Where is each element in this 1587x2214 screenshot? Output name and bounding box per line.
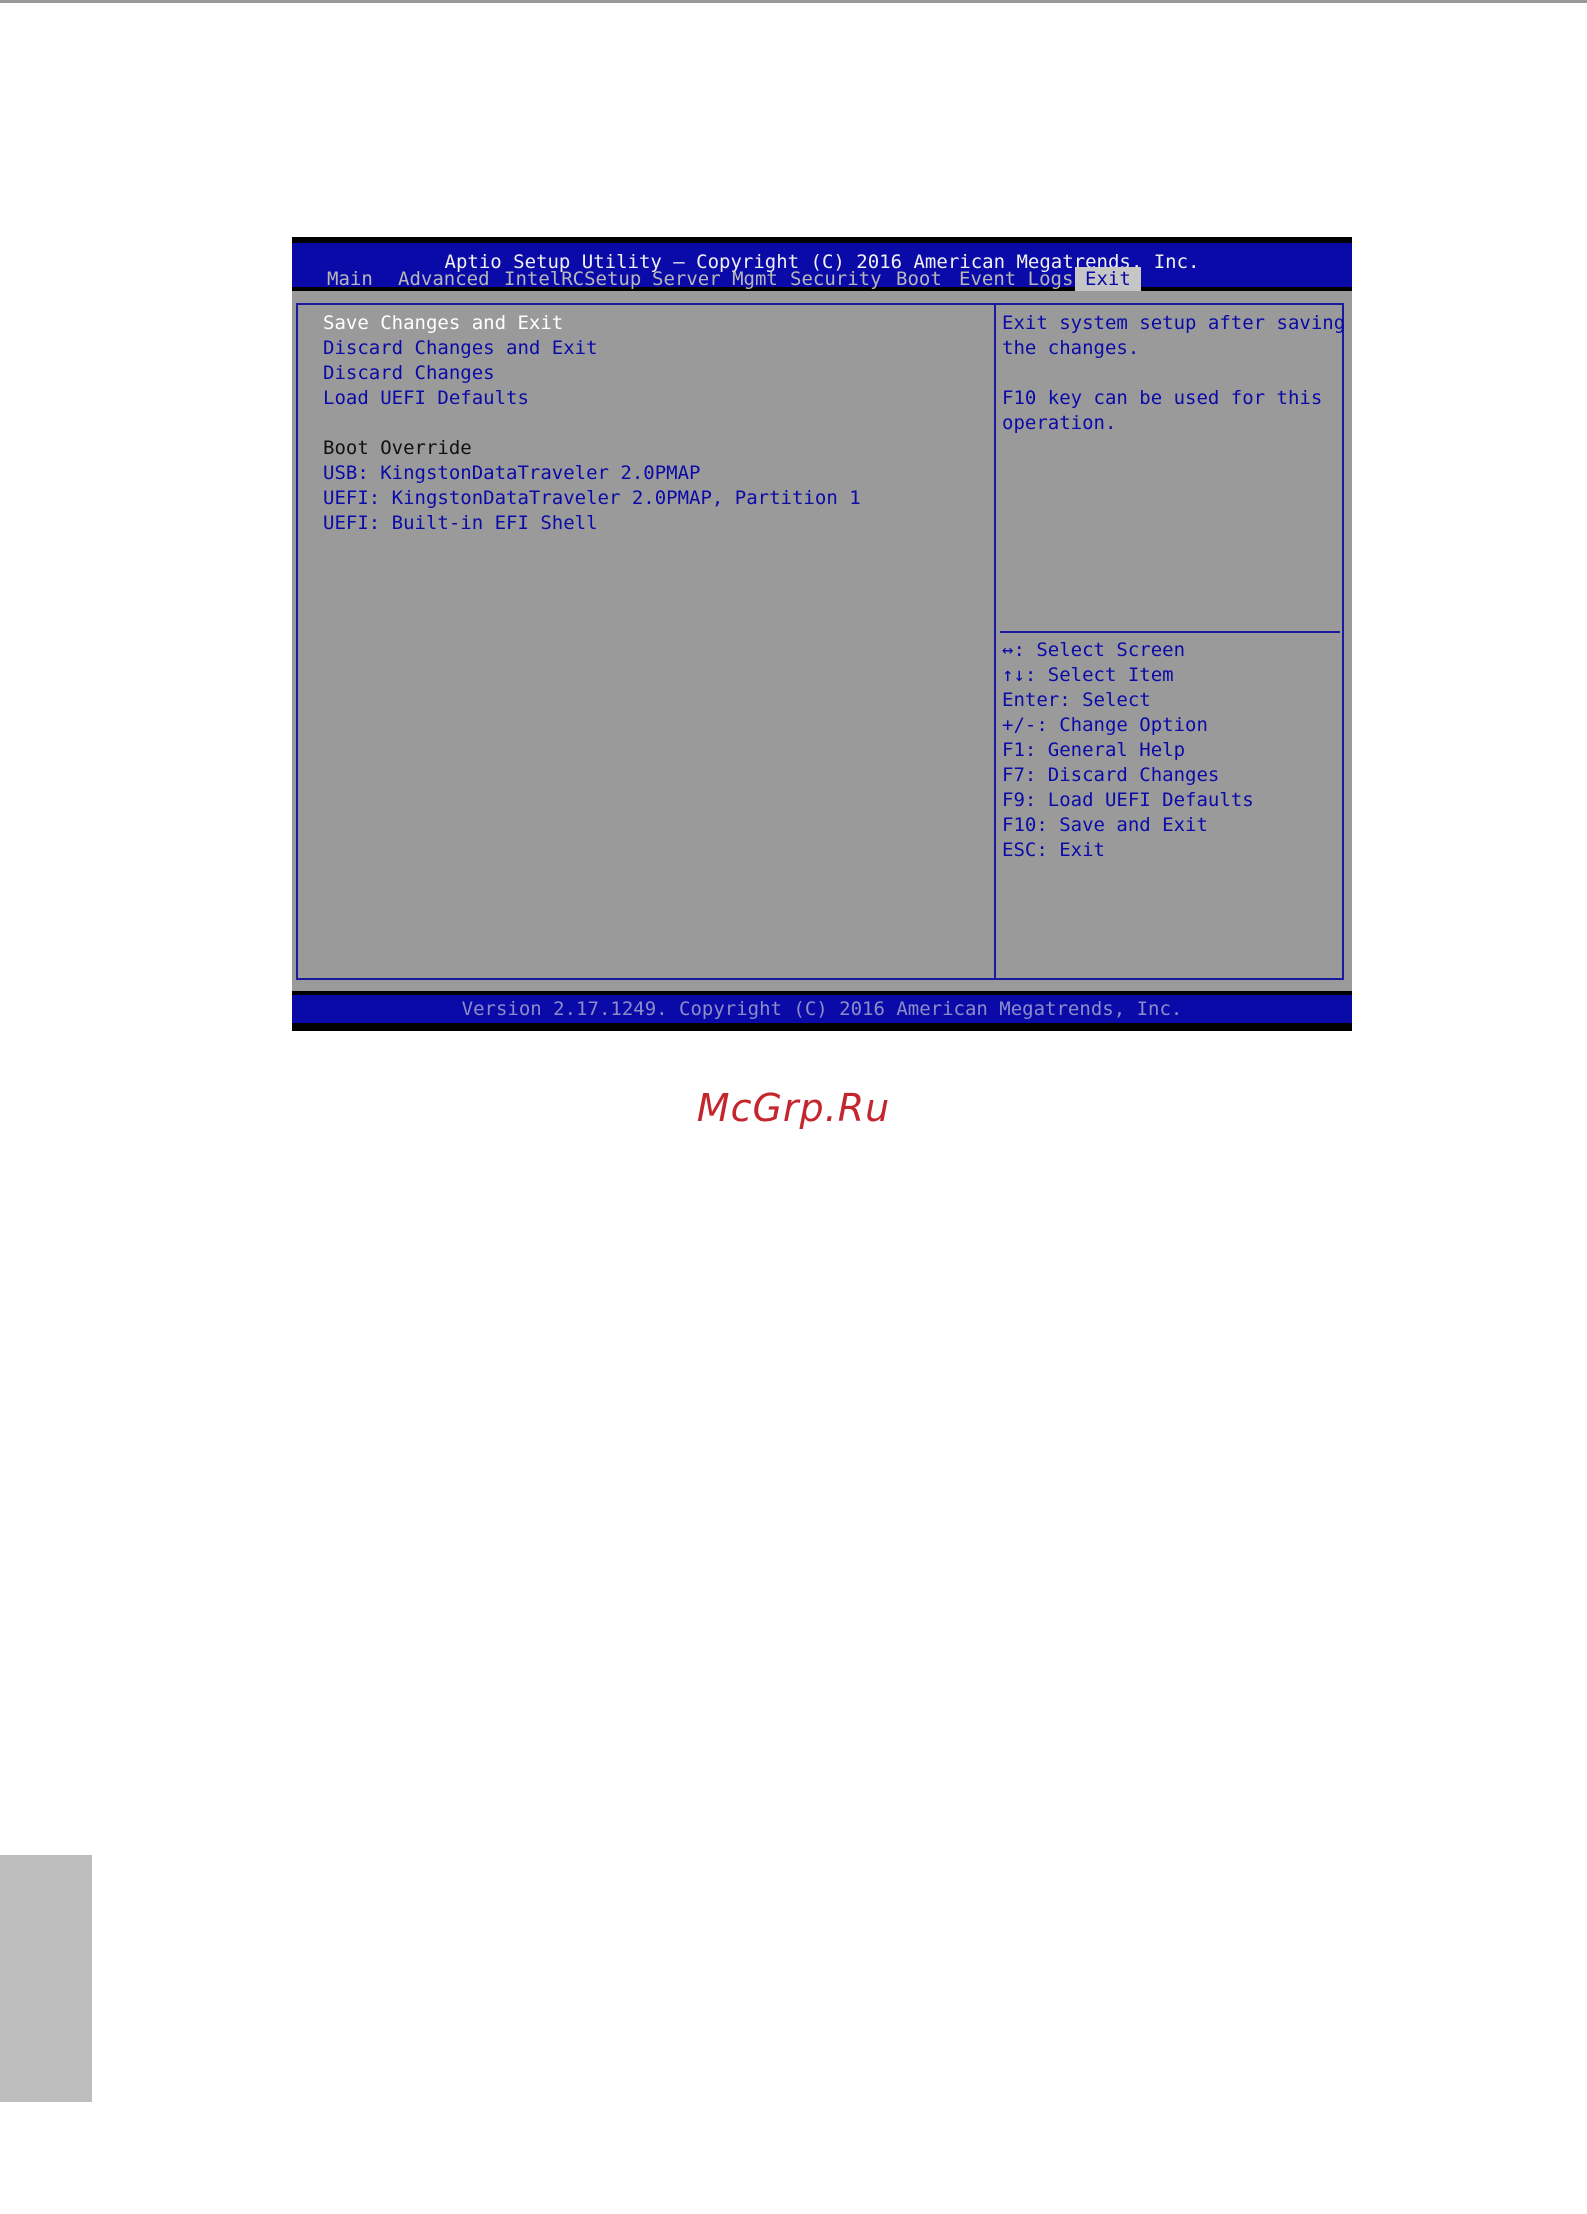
key-help-select-item: ↑↓: Select Item bbox=[1002, 664, 1174, 686]
tab-advanced[interactable]: Advanced bbox=[388, 267, 500, 291]
key-help-select-screen: ↔: Select Screen bbox=[1002, 639, 1186, 661]
tab-boot[interactable]: Boot bbox=[886, 267, 952, 291]
tab-server-mgmt[interactable]: Server Mgmt bbox=[642, 267, 788, 291]
key-help-change-option: +/-: Change Option bbox=[1002, 714, 1208, 736]
menu-discard-changes-and-exit[interactable]: Discard Changes and Exit bbox=[323, 336, 598, 361]
boot-override-heading: Boot Override bbox=[323, 437, 472, 459]
pane-divider bbox=[994, 303, 996, 980]
tab-main[interactable]: Main bbox=[317, 267, 383, 291]
top-rule bbox=[0, 0, 1587, 3]
tab-security[interactable]: Security bbox=[780, 267, 892, 291]
version-text: Version 2.17.1249. Copyright (C) 2016 Am… bbox=[461, 998, 1183, 1020]
boot-override-usb[interactable]: USB: KingstonDataTraveler 2.0PMAP bbox=[323, 461, 701, 486]
page-side-tab bbox=[0, 1855, 92, 2102]
menu-load-uefi-defaults[interactable]: Load UEFI Defaults bbox=[323, 386, 529, 411]
help-divider bbox=[1000, 631, 1340, 633]
watermark: McGrp.Ru bbox=[696, 1086, 891, 1130]
key-help-f1: F1: General Help bbox=[1002, 739, 1186, 761]
key-help-enter: Enter: Select bbox=[1002, 689, 1151, 711]
setup-body: Save Changes and Exit Discard Changes an… bbox=[292, 291, 1352, 991]
tab-bar: Main Advanced IntelRCSetup Server Mgmt S… bbox=[292, 267, 1352, 291]
key-help-f7: F7: Discard Changes bbox=[1002, 764, 1220, 786]
tab-exit[interactable]: Exit bbox=[1075, 267, 1141, 291]
menu-save-changes-and-exit[interactable]: Save Changes and Exit bbox=[323, 311, 563, 336]
tab-event-logs[interactable]: Event Logs bbox=[949, 267, 1083, 291]
key-help-f9: F9: Load UEFI Defaults bbox=[1002, 789, 1254, 811]
tab-intelrcsetup[interactable]: IntelRCSetup bbox=[494, 267, 651, 291]
boot-override-uefi-partition[interactable]: UEFI: KingstonDataTraveler 2.0PMAP, Part… bbox=[323, 486, 861, 511]
help-description-line: the changes. bbox=[1002, 337, 1140, 359]
key-help-esc: ESC: Exit bbox=[1002, 839, 1105, 861]
help-description-line: Exit system setup after saving bbox=[1002, 312, 1346, 334]
footer-bar: Version 2.17.1249. Copyright (C) 2016 Am… bbox=[292, 995, 1352, 1023]
key-help-f10: F10: Save and Exit bbox=[1002, 814, 1208, 836]
boot-override-efi-shell[interactable]: UEFI: Built-in EFI Shell bbox=[323, 511, 598, 536]
help-description-line: F10 key can be used for this bbox=[1002, 387, 1323, 409]
bios-screenshot: Aptio Setup Utility – Copyright (C) 2016… bbox=[292, 237, 1352, 1031]
menu-discard-changes[interactable]: Discard Changes bbox=[323, 361, 495, 386]
help-description-line: operation. bbox=[1002, 412, 1117, 434]
